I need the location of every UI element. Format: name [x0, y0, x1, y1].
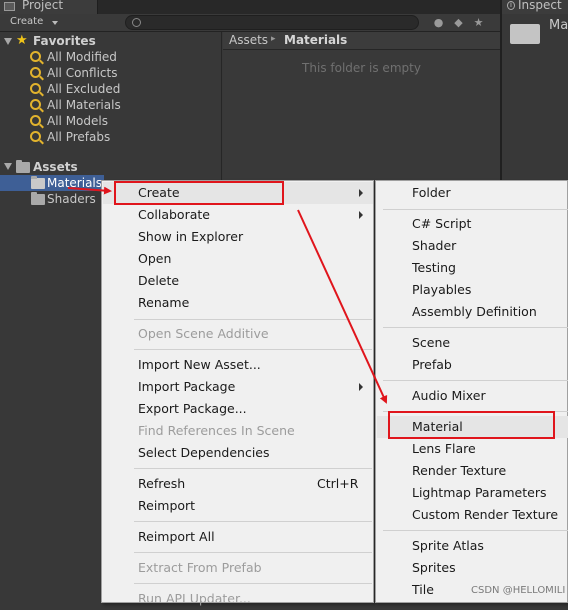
- annotation-arrow-to-create: [67, 186, 112, 195]
- watermark: CSDN @HELLOMILI: [471, 585, 566, 596]
- annotation-arrow-to-material: [297, 209, 388, 404]
- annotation-arrows: [67, 186, 388, 404]
